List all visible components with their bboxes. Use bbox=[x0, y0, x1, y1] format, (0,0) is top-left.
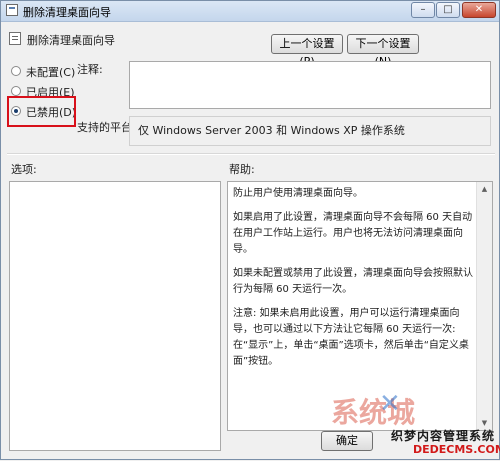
help-label: 帮助: bbox=[229, 163, 255, 176]
separator bbox=[7, 153, 495, 155]
options-panel bbox=[9, 181, 221, 451]
setting-name: 删除清理桌面向导 bbox=[27, 34, 115, 47]
maximize-button[interactable]: □ bbox=[436, 2, 460, 18]
next-setting-button[interactable]: 下一个设置(N) bbox=[347, 34, 419, 68]
minimize-button[interactable]: – bbox=[411, 2, 435, 18]
previous-setting-button[interactable]: 上一个设置(P) bbox=[271, 34, 343, 68]
options-label: 选项: bbox=[11, 163, 37, 176]
policy-dialog: 删除清理桌面向导 – □ ✕ 删除清理桌面向导 上一个设置(P) 下一个设置(N… bbox=[0, 0, 500, 460]
help-text: 防止用户使用清理桌面向导。 如果启用了此设置，清理桌面向导不会每隔 60 天自动… bbox=[233, 186, 473, 378]
help-paragraph: 注意: 如果未启用此设置，用户可以运行清理桌面向导，也可以通过以下方法让它每隔 … bbox=[233, 308, 469, 367]
setting-document-icon bbox=[9, 32, 21, 45]
help-paragraph: 如果启用了此设置，清理桌面向导不会每隔 60 天自动在用户工作站上运行。用户也将… bbox=[233, 212, 473, 255]
window-title: 删除清理桌面向导 bbox=[23, 6, 111, 19]
policy-window-icon bbox=[6, 4, 18, 16]
supported-platform-value: 仅 Windows Server 2003 和 Windows XP 操作系统 bbox=[138, 124, 405, 137]
platform-label: 支持的平台: bbox=[77, 121, 136, 134]
radio-label: 未配置(C) bbox=[26, 66, 76, 79]
radio-circle[interactable] bbox=[11, 66, 21, 76]
help-panel[interactable]: 防止用户使用清理桌面向导。 如果启用了此设置，清理桌面向导不会每隔 60 天自动… bbox=[227, 181, 493, 431]
help-scrollbar[interactable]: ▲ ▼ bbox=[476, 182, 492, 430]
watermark-domain: DEDECMS.COM bbox=[413, 443, 500, 456]
title-bar[interactable]: 删除清理桌面向导 – □ ✕ bbox=[1, 1, 499, 22]
comment-label: 注释: bbox=[77, 63, 103, 76]
supported-platform-box: 仅 Windows Server 2003 和 Windows XP 操作系统 bbox=[129, 116, 491, 146]
close-button[interactable]: ✕ bbox=[462, 2, 496, 18]
comment-textarea[interactable] bbox=[129, 61, 491, 109]
red-highlight-box bbox=[7, 96, 76, 127]
radio-circle[interactable] bbox=[11, 86, 21, 96]
scroll-up-arrow-icon[interactable]: ▲ bbox=[478, 182, 491, 196]
help-paragraph: 如果未配置或禁用了此设置，清理桌面向导会按照默认行为每隔 60 天运行一次。 bbox=[233, 268, 473, 295]
scroll-down-arrow-icon[interactable]: ▼ bbox=[478, 416, 491, 430]
help-paragraph: 防止用户使用清理桌面向导。 bbox=[233, 188, 363, 199]
ok-button[interactable]: 确定 bbox=[321, 431, 373, 451]
